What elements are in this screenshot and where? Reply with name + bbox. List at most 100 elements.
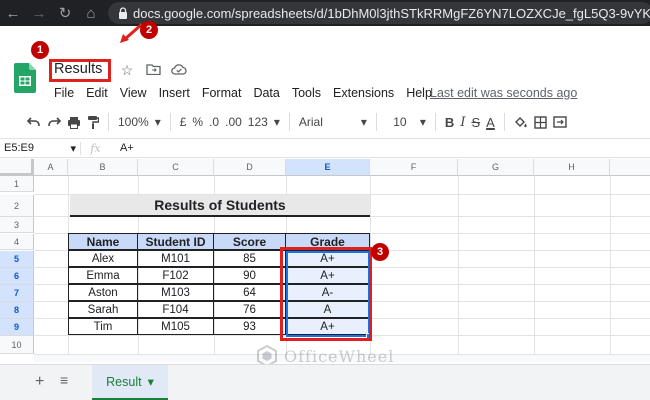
row-header-6[interactable]: 6 xyxy=(0,268,34,285)
more-formats-chevron-down-icon[interactable]: ▾ xyxy=(271,111,283,133)
sheet-tab-chevron-down-icon[interactable]: ▾ xyxy=(148,374,154,389)
row-header-10[interactable]: 10 xyxy=(0,336,34,354)
table-cell[interactable]: 85 xyxy=(213,250,286,267)
menu-edit[interactable]: Edit xyxy=(86,86,108,100)
table-cell[interactable]: 93 xyxy=(213,318,286,335)
toolbar-divider xyxy=(434,113,436,131)
column-header-e[interactable]: E xyxy=(286,159,370,176)
table-header-score[interactable]: Score xyxy=(213,233,286,250)
table-cell[interactable]: Alex xyxy=(68,250,138,267)
table-cell[interactable]: Tim xyxy=(68,318,138,335)
annotation-box-grade-range xyxy=(280,247,372,341)
italic-button[interactable]: I xyxy=(457,111,468,133)
table-header-name[interactable]: Name xyxy=(68,233,138,250)
sheet-tab-result[interactable]: Result ▾ xyxy=(92,365,168,400)
table-cell[interactable]: M105 xyxy=(137,318,214,335)
menu-extensions[interactable]: Extensions xyxy=(333,86,394,100)
watermark-text: OfficeWheel xyxy=(284,346,395,366)
font-chevron-down-icon[interactable]: ▾ xyxy=(358,111,370,133)
row-header-9[interactable]: 9 xyxy=(0,319,34,336)
font-size-chevron-down-icon[interactable]: ▾ xyxy=(417,111,429,133)
star-icon[interactable]: ☆ xyxy=(118,62,136,79)
forward-arrow-icon[interactable]: → xyxy=(26,0,52,26)
undo-icon[interactable] xyxy=(24,111,44,133)
add-sheet-button[interactable]: + xyxy=(35,373,44,391)
strikethrough-button[interactable]: S xyxy=(468,111,483,133)
gridline xyxy=(458,176,459,354)
select-all-corner[interactable] xyxy=(0,159,34,176)
table-cell[interactable]: F102 xyxy=(137,267,214,284)
menu-view[interactable]: View xyxy=(120,86,147,100)
menu-bar: File Edit View Insert Format Data Tools … xyxy=(54,86,444,100)
table-cell[interactable]: F104 xyxy=(137,301,214,318)
column-header-g[interactable]: G xyxy=(458,159,534,176)
last-edit-link[interactable]: Last edit was seconds ago xyxy=(430,86,577,100)
increase-decimal-button[interactable]: .00 xyxy=(222,111,245,133)
row-header-1[interactable]: 1 xyxy=(0,176,34,192)
table-cell[interactable]: 64 xyxy=(213,284,286,301)
table-header-student-id[interactable]: Student ID xyxy=(137,233,214,250)
menu-insert[interactable]: Insert xyxy=(159,86,190,100)
column-header-c[interactable]: C xyxy=(138,159,214,176)
all-sheets-menu-icon[interactable]: ≡ xyxy=(60,372,68,388)
zoom-chevron-down-icon[interactable]: ▾ xyxy=(152,111,164,133)
print-icon[interactable] xyxy=(64,111,84,133)
menu-help[interactable]: Help xyxy=(406,86,432,100)
back-arrow-icon[interactable]: ← xyxy=(0,0,26,26)
column-header-d[interactable]: D xyxy=(214,159,286,176)
percent-format-button[interactable]: % xyxy=(189,111,206,133)
column-header-h[interactable]: H xyxy=(534,159,610,176)
row-header-7[interactable]: 7 xyxy=(0,285,34,302)
table-cell[interactable]: Aston xyxy=(68,284,138,301)
table-title[interactable]: Results of Students xyxy=(70,195,370,217)
annotation-box-title xyxy=(49,59,111,82)
font-size-select[interactable]: 10 xyxy=(383,111,417,133)
table-cell[interactable]: 90 xyxy=(213,267,286,284)
table-cell[interactable]: M101 xyxy=(137,250,214,267)
move-folder-icon[interactable] xyxy=(144,62,162,79)
formatting-toolbar: 100% ▾ £ % .0 .00 123 ▾ Arial ▾ 10 ▾ B I… xyxy=(0,108,650,136)
fill-color-icon[interactable] xyxy=(511,111,531,133)
row-header-8[interactable]: 8 xyxy=(0,302,34,319)
text-color-button[interactable]: A xyxy=(483,111,498,133)
menu-file[interactable]: File xyxy=(54,86,74,100)
decrease-decimal-button[interactable]: .0 xyxy=(206,111,222,133)
annotation-badge-1: 1 xyxy=(31,41,49,59)
cloud-status-icon[interactable] xyxy=(170,62,188,79)
menu-tools[interactable]: Tools xyxy=(292,86,321,100)
merge-cells-icon[interactable] xyxy=(550,111,570,133)
toolbar-divider xyxy=(169,113,171,131)
column-header-f[interactable]: F xyxy=(370,159,458,176)
formula-input[interactable]: A+ xyxy=(110,142,134,154)
toolbar-divider xyxy=(375,113,377,131)
table-cell[interactable]: Sarah xyxy=(68,301,138,318)
name-box[interactable]: E5:E9 ▾ xyxy=(0,142,80,155)
table-cell[interactable]: Emma xyxy=(68,267,138,284)
lock-icon xyxy=(119,7,127,19)
borders-icon[interactable] xyxy=(531,111,550,133)
home-icon[interactable]: ⌂ xyxy=(78,0,104,26)
table-cell[interactable]: M103 xyxy=(137,284,214,301)
menu-data[interactable]: Data xyxy=(253,86,279,100)
reload-icon[interactable]: ↻ xyxy=(52,0,78,26)
row-header-3[interactable]: 3 xyxy=(0,217,34,233)
menu-format[interactable]: Format xyxy=(202,86,242,100)
bold-button[interactable]: B xyxy=(442,111,457,133)
toolbar-divider xyxy=(503,113,505,131)
zoom-select[interactable]: 100% xyxy=(115,111,152,133)
redo-icon[interactable] xyxy=(44,111,64,133)
table-cell[interactable]: 76 xyxy=(213,301,286,318)
currency-format-button[interactable]: £ xyxy=(177,111,190,133)
more-formats-button[interactable]: 123 xyxy=(245,111,271,133)
column-header-a[interactable]: A xyxy=(34,159,68,176)
row-header-5[interactable]: 5 xyxy=(0,251,34,268)
column-header-b[interactable]: B xyxy=(68,159,138,176)
address-bar[interactable]: docs.google.com/spreadsheets/d/1bDhM0l3j… xyxy=(108,2,650,24)
row-header-4[interactable]: 4 xyxy=(0,234,34,250)
paint-format-icon[interactable] xyxy=(84,111,102,133)
name-box-value: E5:E9 xyxy=(4,141,34,154)
font-family-select[interactable]: Arial xyxy=(296,111,358,133)
google-sheets-logo[interactable] xyxy=(14,63,36,93)
row-header-2[interactable]: 2 xyxy=(0,195,34,217)
name-box-chevron-down-icon[interactable]: ▾ xyxy=(70,142,76,155)
